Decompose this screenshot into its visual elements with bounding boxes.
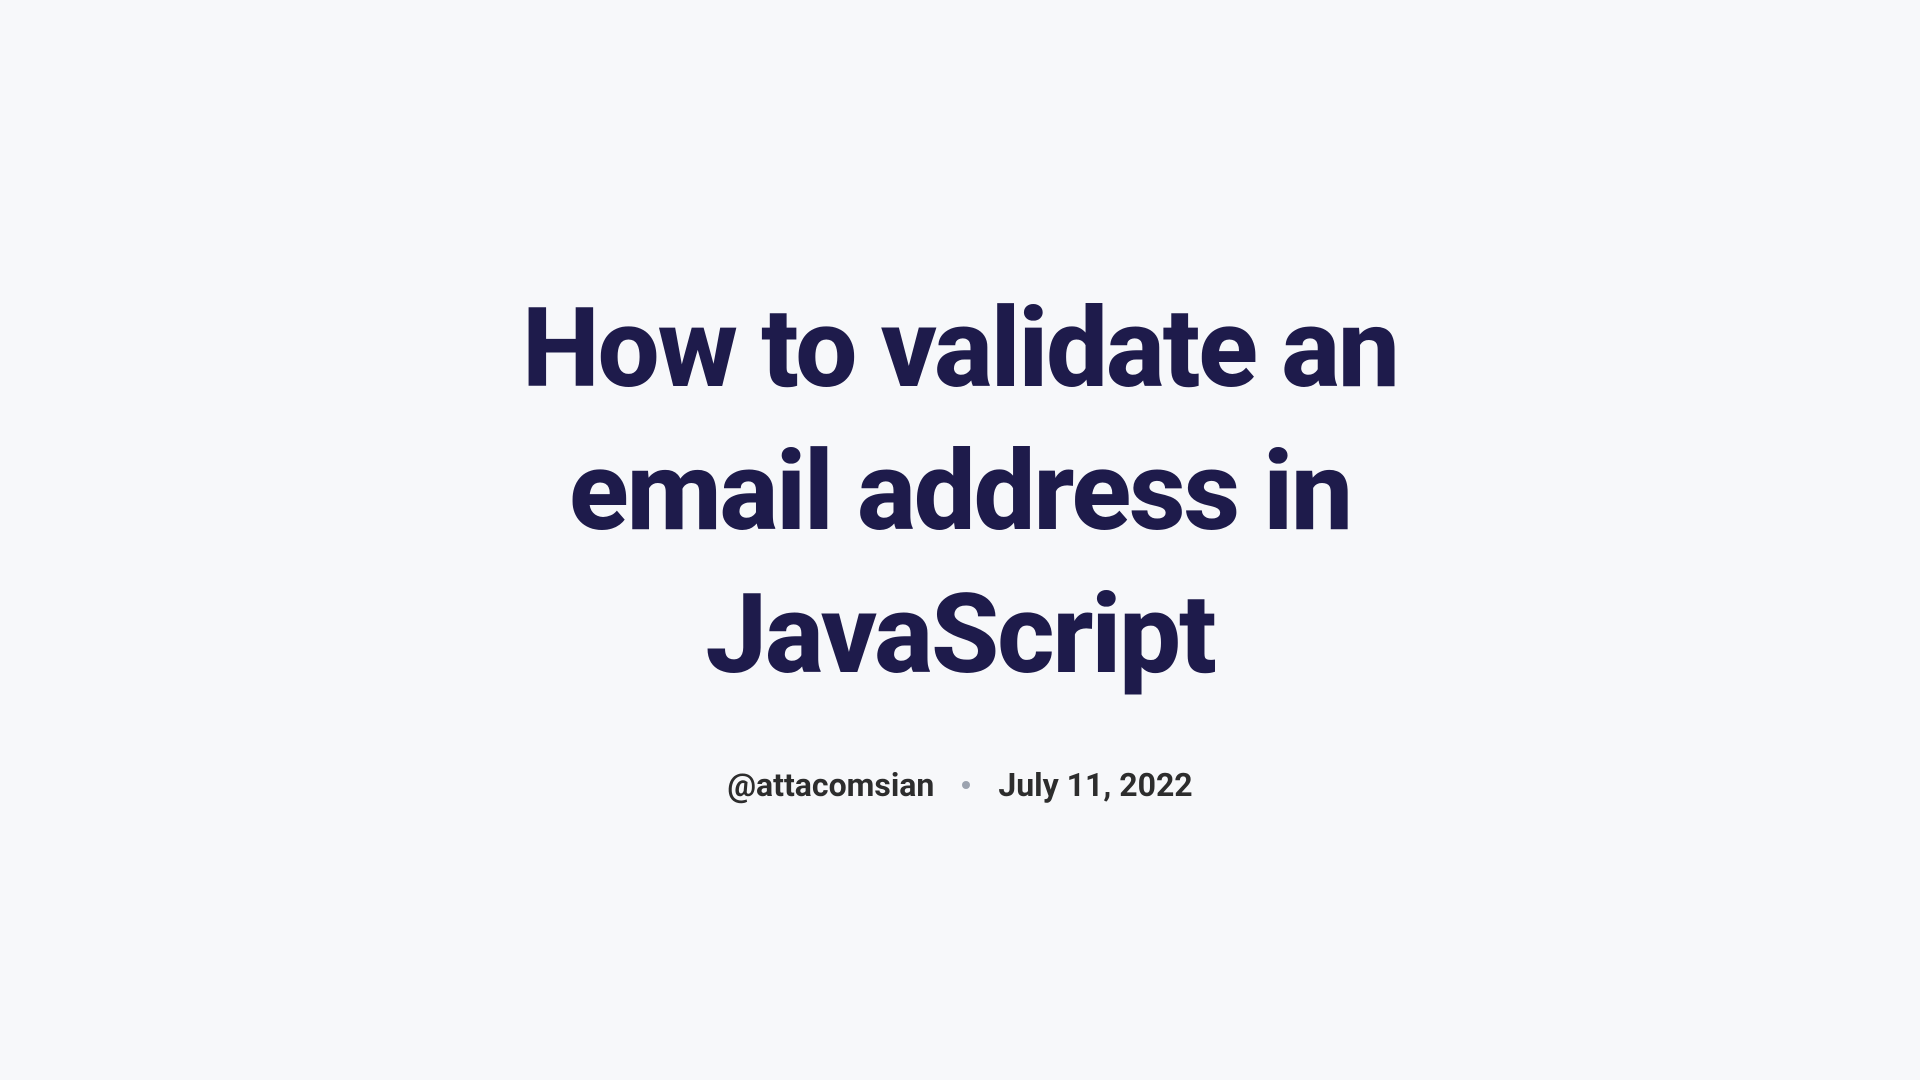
author-handle: @attacomsian (727, 766, 934, 804)
article-title: How to validate an email address in Java… (400, 277, 1520, 706)
article-header: How to validate an email address in Java… (360, 277, 1560, 804)
separator-dot (962, 781, 970, 789)
publish-date: July 11, 2022 (998, 766, 1192, 804)
article-meta: @attacomsian July 11, 2022 (727, 766, 1192, 804)
